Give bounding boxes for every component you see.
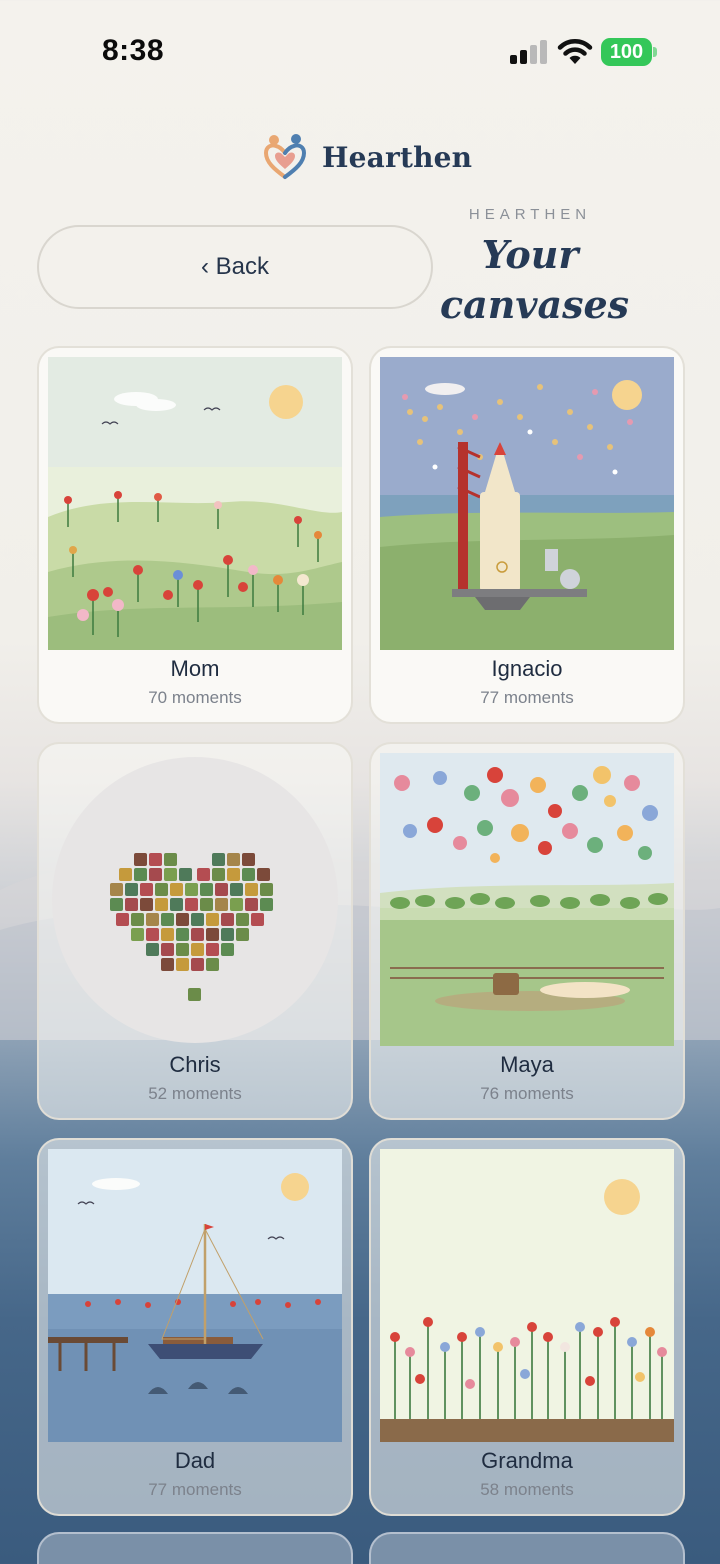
- canvas-thumbnail: [48, 753, 342, 1046]
- canvas-name: Dad: [174, 1448, 216, 1473]
- canvas-name: Mom: [170, 656, 220, 681]
- canvas-name: Grandma: [481, 1448, 573, 1473]
- canvas-card-partial[interactable]: [369, 1532, 685, 1564]
- canvas-card[interactable]: Mom 70 moments: [37, 346, 353, 724]
- canvas-thumbnail: [48, 1149, 342, 1442]
- canvas-moment-count: 76 moments: [480, 1084, 574, 1103]
- canvas-moment-count: 58 moments: [480, 1480, 574, 1499]
- canvas-card[interactable]: Maya 76 moments: [369, 742, 685, 1120]
- canvas-card[interactable]: Grandma 58 moments: [369, 1138, 685, 1516]
- canvas-thumbnail: [48, 357, 342, 650]
- canvas-moment-count: 77 moments: [480, 688, 574, 707]
- canvas-moment-count: 77 moments: [148, 1480, 242, 1499]
- status-time: 8:38: [102, 34, 165, 67]
- brand-name: Hearthen: [322, 140, 473, 174]
- canvas-card-partial[interactable]: [37, 1532, 353, 1564]
- hearthen-logo-icon: [263, 134, 307, 179]
- back-button[interactable]: ‹ Back: [37, 225, 433, 309]
- canvas-card[interactable]: Ignacio 77 moments: [369, 346, 685, 724]
- canvas-name: Ignacio: [491, 656, 563, 681]
- canvas-moment-count: 70 moments: [148, 688, 242, 707]
- wifi-icon: [557, 39, 593, 64]
- canvas-card[interactable]: Chris 52 moments: [37, 742, 353, 1120]
- brand-header: Hearthen: [262, 132, 472, 182]
- page-title: Your canvases: [440, 232, 630, 327]
- cellular-signal-icon: [510, 40, 547, 64]
- page-eyebrow: HEARTHEN: [468, 206, 592, 223]
- battery-icon: 100: [601, 38, 657, 66]
- canvas-thumbnail: [380, 1149, 674, 1442]
- status-bar: 8:38 100: [0, 0, 720, 100]
- canvas-card[interactable]: Dad 77 moments: [37, 1138, 353, 1516]
- canvas-name: Maya: [500, 1052, 554, 1077]
- battery-level: 100: [609, 41, 644, 63]
- canvas-thumbnail: [380, 753, 674, 1046]
- canvas-moment-count: 52 moments: [148, 1084, 242, 1103]
- canvas-thumbnail: [380, 357, 674, 650]
- canvas-name: Chris: [169, 1052, 221, 1077]
